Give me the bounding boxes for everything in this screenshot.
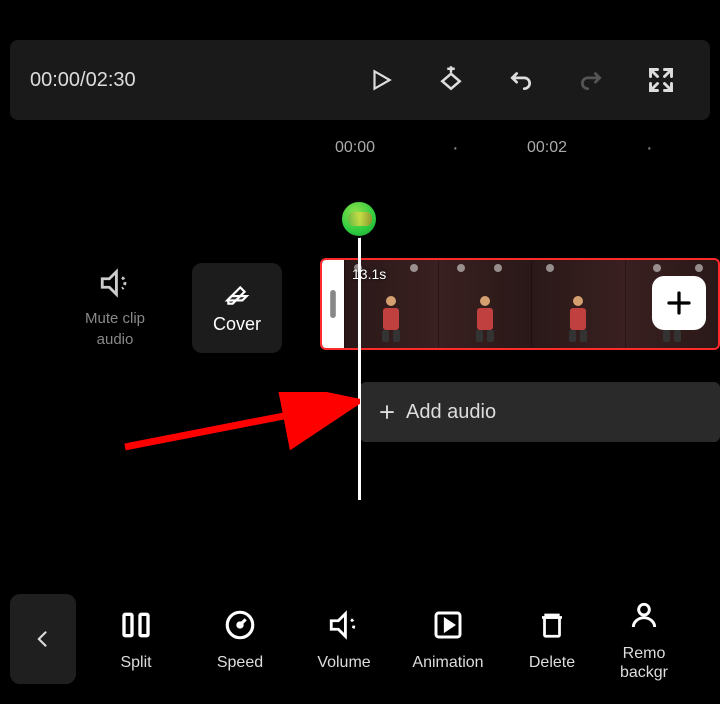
cover-button[interactable]: Cover xyxy=(192,263,282,353)
undo-button[interactable] xyxy=(492,51,550,109)
volume-tool[interactable]: Volume xyxy=(292,606,396,672)
mute-clip-audio-button[interactable]: Mute clip audio xyxy=(60,266,170,350)
redo-button[interactable] xyxy=(562,51,620,109)
volume-label: Volume xyxy=(317,654,370,672)
bottom-toolbar: Split Speed Volume Animation Delete Remo… xyxy=(0,574,720,704)
animation-tool[interactable]: Animation xyxy=(396,606,500,672)
add-audio-label: Add audio xyxy=(406,401,496,424)
timeline-ruler[interactable]: 00:00 · 00:02 · xyxy=(0,128,720,168)
top-toolbar: 00:00/02:30 xyxy=(10,40,710,120)
speed-tool[interactable]: Speed xyxy=(188,606,292,672)
remove-bg-label-2: backgr xyxy=(620,663,668,682)
ruler-mark: 00:02 xyxy=(527,139,567,157)
split-icon xyxy=(117,606,155,644)
delete-icon xyxy=(533,606,571,644)
video-clip[interactable]: 13.1s xyxy=(320,258,720,350)
remove-bg-label-1: Remo xyxy=(620,644,668,663)
fullscreen-button[interactable] xyxy=(632,51,690,109)
clip-handle-left[interactable] xyxy=(322,260,344,348)
delete-label: Delete xyxy=(529,654,575,672)
mute-label-2: audio xyxy=(85,329,145,350)
volume-icon xyxy=(325,606,363,644)
playhead-knob[interactable] xyxy=(340,200,378,238)
animation-label: Animation xyxy=(412,654,483,672)
playhead-line[interactable] xyxy=(358,234,361,500)
mute-label-1: Mute clip xyxy=(85,308,145,329)
split-tool[interactable]: Split xyxy=(84,606,188,672)
speed-label: Speed xyxy=(217,654,263,672)
ruler-tick: · xyxy=(646,137,653,160)
add-audio-button[interactable]: Add audio xyxy=(360,382,720,442)
ruler-tick: · xyxy=(452,137,459,160)
split-label: Split xyxy=(120,654,151,672)
animation-icon xyxy=(429,606,467,644)
speed-icon xyxy=(221,606,259,644)
remove-background-tool[interactable]: Remo backgr xyxy=(604,596,684,682)
person-icon xyxy=(625,596,663,634)
add-clip-button[interactable] xyxy=(652,276,706,330)
keyframe-diamond-button[interactable] xyxy=(422,51,480,109)
timecode: 00:00/02:30 xyxy=(30,69,136,92)
cover-label: Cover xyxy=(213,314,261,335)
ruler-mark: 00:00 xyxy=(335,139,375,157)
play-button[interactable] xyxy=(352,51,410,109)
back-button[interactable] xyxy=(10,594,76,684)
delete-tool[interactable]: Delete xyxy=(500,606,604,672)
